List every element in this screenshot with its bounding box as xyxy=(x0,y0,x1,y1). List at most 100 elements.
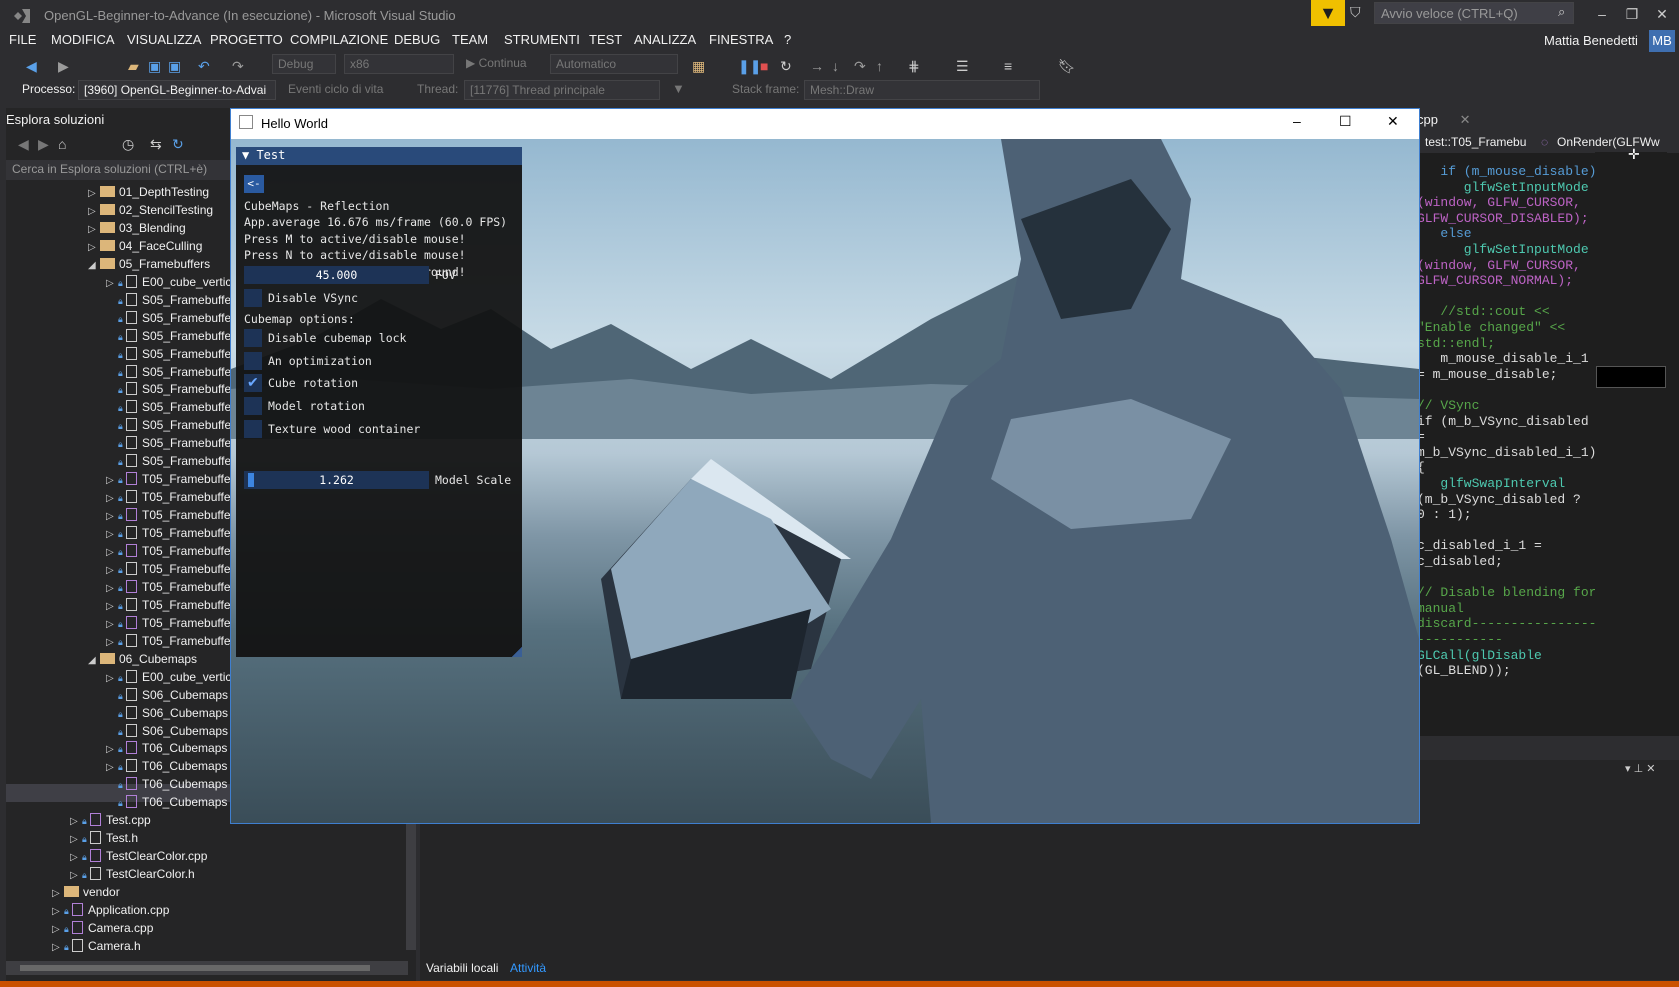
menu-item-progetto[interactable]: PROGETTO xyxy=(210,32,283,47)
tree-item[interactable]: 🔒︎ S05_Framebuffe xyxy=(106,292,231,311)
notifications-icon[interactable]: ⛉ xyxy=(1350,4,1361,21)
mode-select[interactable]: Automatico xyxy=(550,54,678,74)
tree-item[interactable]: ▷ 🔒︎ TestClearColor.cpp xyxy=(70,849,207,867)
expand-arrow-icon[interactable]: ▷ xyxy=(106,547,118,558)
expand-arrow-icon[interactable]: ▷ xyxy=(88,242,100,253)
menu-item-compilazione[interactable]: COMPILAZIONE xyxy=(290,32,388,47)
scope-select[interactable]: test::T05_Framebu xyxy=(1425,135,1526,149)
tree-item[interactable]: ▷ vendor xyxy=(52,885,120,903)
menu-item-debug[interactable]: DEBUG xyxy=(394,32,440,47)
expand-arrow-icon[interactable]: ▷ xyxy=(106,583,118,594)
tree-item[interactable]: ▷ 🔒︎ T05_Framebuffe xyxy=(106,561,231,580)
tree-item[interactable]: ▷ 🔒︎ T05_Framebuffe xyxy=(106,579,231,598)
step-out-icon[interactable]: ↑ xyxy=(876,58,883,74)
tree-item[interactable]: ▷ 🔒︎ T06_Cubemaps xyxy=(106,741,227,759)
save-all-icon[interactable]: ▣ xyxy=(168,58,181,75)
tree-item[interactable]: ▷ 🔒︎ T05_Framebuffe xyxy=(106,490,231,508)
expand-arrow-icon[interactable]: ▷ xyxy=(70,816,82,827)
close-button[interactable]: ✕ xyxy=(1652,6,1672,26)
tree-item[interactable]: ▷ 03_Blending xyxy=(88,221,186,239)
vsync-checkbox[interactable] xyxy=(244,289,262,307)
expand-arrow-icon[interactable]: ▷ xyxy=(106,601,118,612)
tree-item[interactable]: 🔒︎ S05_Framebuffe xyxy=(106,328,231,347)
filter-icon[interactable]: ▼ xyxy=(672,81,685,96)
menu-item-modifica[interactable]: MODIFICA xyxy=(51,32,115,47)
menu-item-visualizza[interactable]: VISUALIZZA xyxy=(127,32,201,47)
expand-arrow-icon[interactable]: ▷ xyxy=(106,619,118,630)
user-name[interactable]: Mattia Benedetti xyxy=(1544,33,1638,48)
model-scale-slider[interactable]: 1.262 xyxy=(244,471,429,489)
tree-item[interactable]: 🔒︎ S06_Cubemaps xyxy=(106,687,228,706)
minimize-button[interactable]: – xyxy=(1592,6,1612,26)
tree-item[interactable]: ▷ 02_StencilTesting xyxy=(88,203,213,221)
sync-icon[interactable]: ⇆ xyxy=(150,136,162,153)
expand-arrow-icon[interactable]: ▷ xyxy=(52,906,64,917)
stop-icon[interactable]: ■ xyxy=(760,58,768,74)
tree-item[interactable]: ▷ 🔒︎ Camera.cpp xyxy=(52,920,153,939)
fov-slider[interactable]: 45.000 xyxy=(244,266,429,284)
expand-arrow-icon[interactable]: ▷ xyxy=(52,924,64,935)
tree-item[interactable]: ▷ 🔒︎ TestClearColor.h xyxy=(70,867,195,885)
expand-arrow-icon[interactable]: ▷ xyxy=(88,224,100,235)
menu-item-team[interactable]: TEAM xyxy=(452,32,488,47)
tree-item[interactable]: ▷ 🔒︎ T05_Framebuffe xyxy=(106,508,231,526)
menu-item-help[interactable]: ? xyxy=(784,32,791,47)
resize-grip-icon[interactable] xyxy=(512,647,522,657)
tree-item[interactable]: ▷ 🔒︎ T05_Framebuffe xyxy=(106,526,231,544)
step-into-icon[interactable]: ↓ xyxy=(832,58,839,74)
minimize-button[interactable]: – xyxy=(1293,113,1301,129)
expanded-arrow-icon[interactable]: ◢ xyxy=(88,655,100,666)
menu-item-finestra[interactable]: FINESTRA xyxy=(709,32,773,47)
expand-arrow-icon[interactable]: ▷ xyxy=(106,762,118,773)
tree-item[interactable]: ▷ 🔒︎ T05_Framebuffe xyxy=(106,615,231,634)
back-icon[interactable]: ◀ xyxy=(26,58,37,75)
menu-item-strumenti[interactable]: STRUMENTI xyxy=(504,32,580,47)
tree-item[interactable]: ▷ 🔒︎ Application.cpp xyxy=(52,903,169,921)
tree-item[interactable]: ▷ 🔒︎ T05_Framebuffe xyxy=(106,633,231,652)
tab-tasks[interactable]: Attività xyxy=(510,961,546,975)
lifecycle-events[interactable]: Eventi ciclo di vita xyxy=(288,82,383,96)
expand-arrow-icon[interactable]: ▷ xyxy=(88,188,100,199)
tree-item[interactable]: 🔒︎ S06_Cubemaps xyxy=(106,705,228,724)
tree-item[interactable]: 🔒︎ S06_Cubemaps xyxy=(106,723,228,742)
step-over-icon[interactable]: ↷ xyxy=(854,58,866,75)
expand-arrow-icon[interactable]: ▷ xyxy=(106,475,118,486)
save-icon[interactable]: ▣ xyxy=(148,58,161,75)
tree-item[interactable]: ▷ 🔒︎ T05_Framebuffe xyxy=(106,472,231,490)
platform-select[interactable]: x86 xyxy=(344,54,454,74)
expand-arrow-icon[interactable]: ▷ xyxy=(70,834,82,845)
close-tab-icon[interactable]: ✕ xyxy=(1460,112,1471,127)
expand-arrow-icon[interactable]: ▷ xyxy=(52,942,64,953)
tree-item[interactable]: 🔒︎ S05_Framebuffe xyxy=(106,400,231,418)
refresh-icon[interactable]: ↻ xyxy=(172,136,184,153)
tree-item[interactable]: 🔒︎ S05_Framebuffe xyxy=(106,454,231,472)
tree-item[interactable]: ◢ 05_Framebuffers xyxy=(88,257,210,275)
tree-item[interactable]: 🔒︎ S05_Framebuffe xyxy=(106,436,231,454)
tree-item[interactable]: 🔒︎ T06_Cubemaps xyxy=(106,777,227,795)
hex-display-icon[interactable]: ⋕ xyxy=(908,58,920,75)
redo-icon[interactable]: ↷ xyxy=(232,58,244,75)
maximize-button[interactable]: ☐ xyxy=(1339,113,1352,130)
expand-arrow-icon[interactable]: ▷ xyxy=(106,565,118,576)
tree-item[interactable]: ▷ 🔒︎ Test.h xyxy=(70,831,138,849)
pause-icon[interactable]: ❚❚ xyxy=(738,58,761,75)
tab-cpp[interactable]: cpp ✕ xyxy=(1417,112,1487,134)
expand-arrow-icon[interactable]: ▷ xyxy=(106,637,118,648)
tree-item[interactable]: 🔒︎ S05_Framebuffe xyxy=(106,418,231,436)
tree-item[interactable]: ▷ 🔒︎ T05_Framebuffe xyxy=(106,544,231,562)
tree-item[interactable]: 🔒︎ S05_Framebuffe xyxy=(106,382,231,400)
comment-icon[interactable]: ≡ xyxy=(1004,58,1012,74)
open-folder-icon[interactable]: ▰ xyxy=(128,58,139,75)
pending-changes-icon[interactable]: ◷ xyxy=(122,136,134,153)
option-checkbox[interactable]: ✔ xyxy=(244,374,262,393)
option-checkbox[interactable] xyxy=(244,419,262,438)
menu-item-analizza[interactable]: ANALIZZA xyxy=(634,32,696,47)
tree-item[interactable]: ▷ 04_FaceCulling xyxy=(88,239,202,257)
process-select[interactable]: [3960] OpenGL-Beginner-to-Advai xyxy=(78,80,276,100)
model-scale-grab[interactable] xyxy=(248,473,254,487)
expand-arrow-icon[interactable]: ▷ xyxy=(70,852,82,863)
tree-item[interactable]: ▷ 🔒︎ E00_cube_vertic xyxy=(106,274,231,293)
expand-arrow-icon[interactable]: ▷ xyxy=(106,278,118,289)
expand-arrow-icon[interactable]: ▷ xyxy=(106,529,118,540)
bookmark-icon[interactable]: 🔖︎ xyxy=(1058,58,1076,75)
